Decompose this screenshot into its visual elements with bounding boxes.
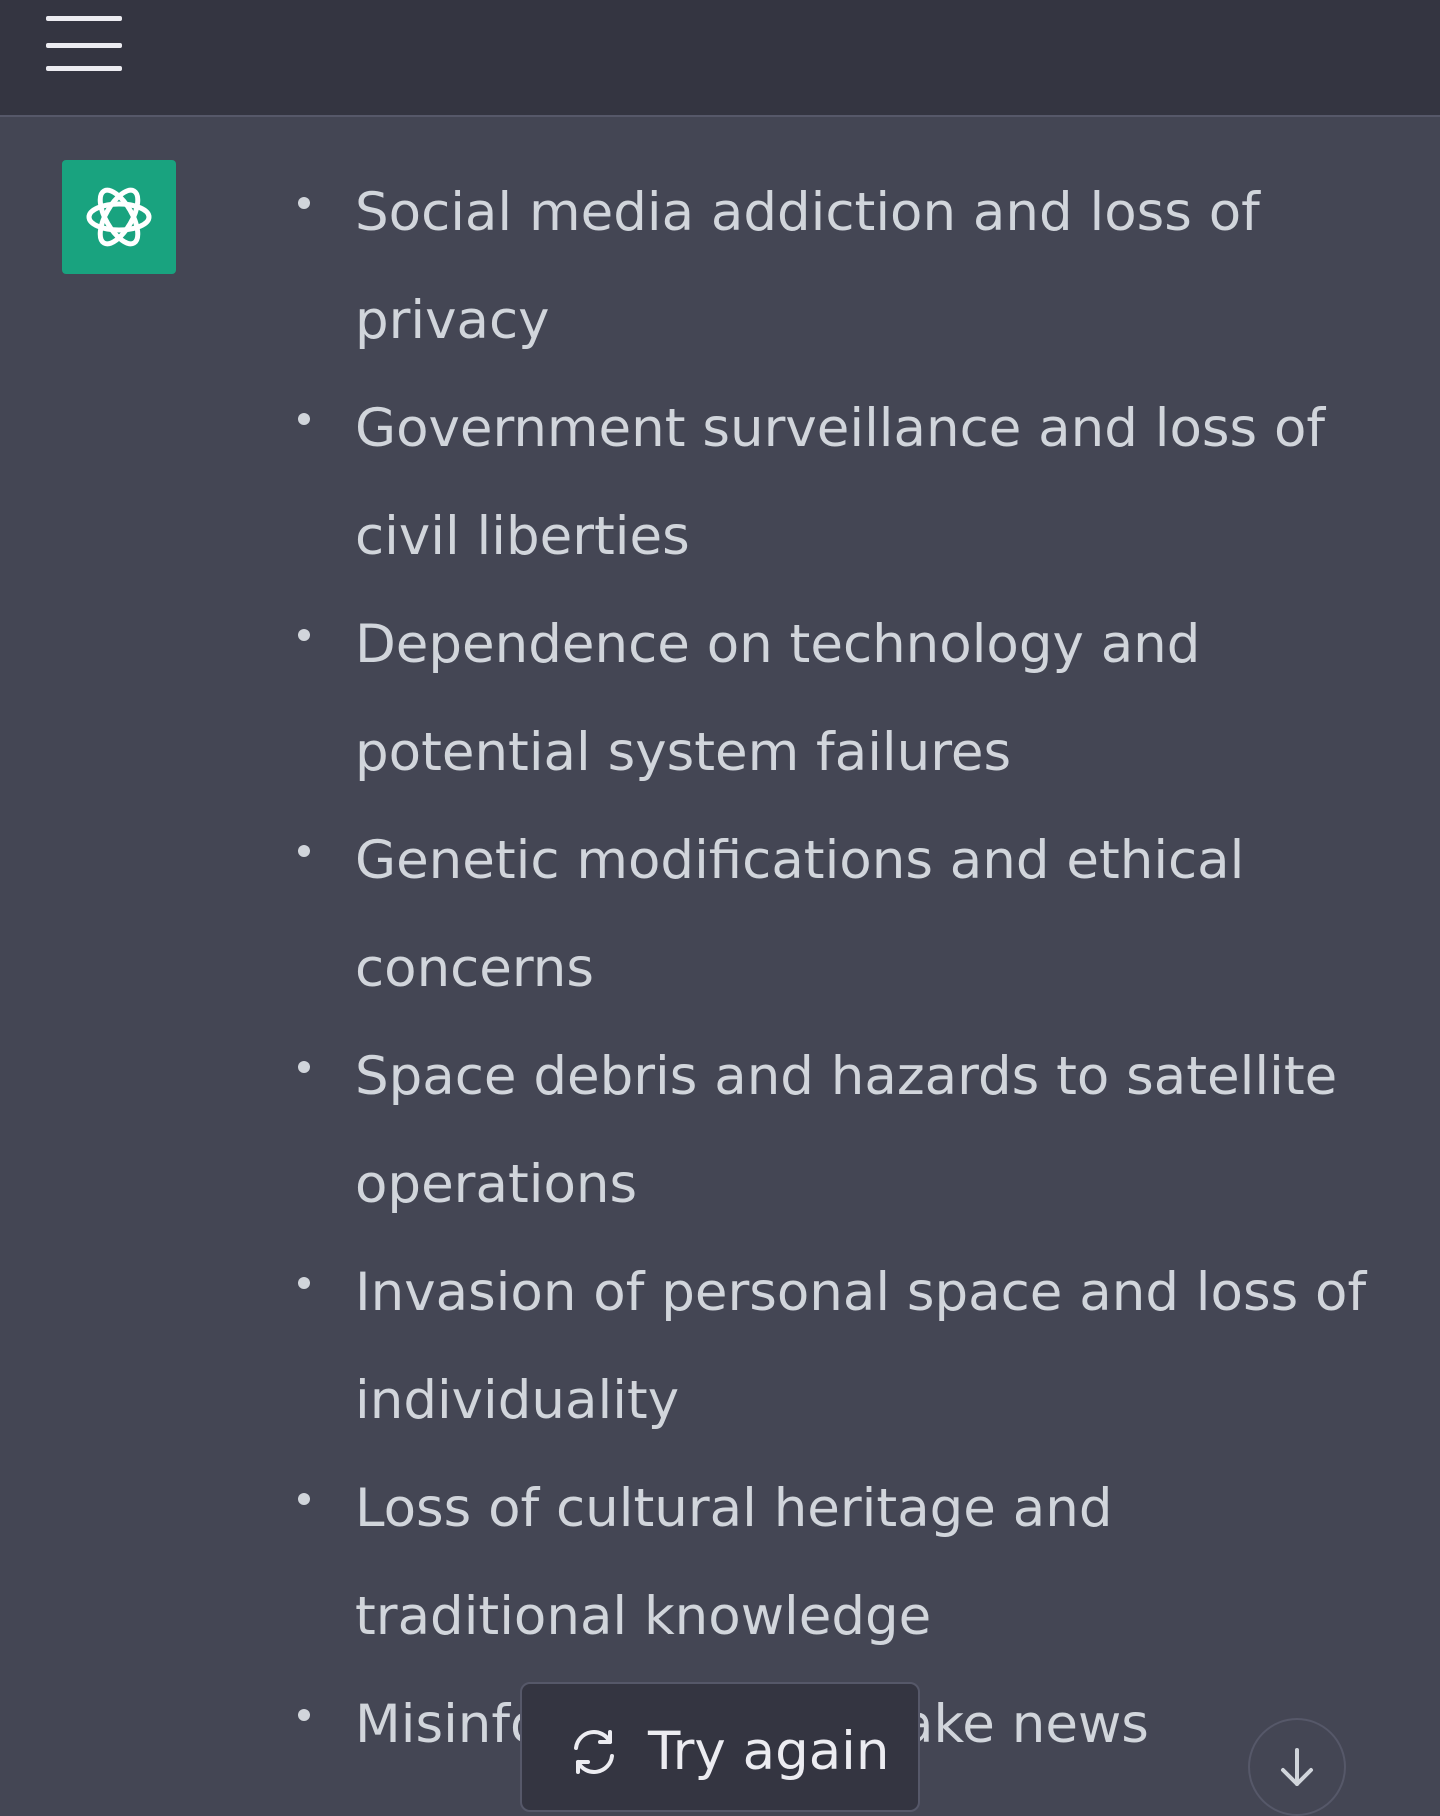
bullet-dot [298, 197, 310, 209]
list-item-text: Social media addiction and loss of priva… [355, 182, 1260, 351]
hamburger-menu-button[interactable] [36, 4, 132, 82]
scroll-down-button[interactable] [1248, 1718, 1346, 1816]
top-bar [0, 0, 1440, 117]
bullet-dot [298, 1277, 310, 1289]
list-item: Social media addiction and loss of priva… [0, 159, 1395, 375]
hamburger-menu-icon [46, 16, 122, 71]
try-again-label: Try again [648, 1721, 890, 1782]
bullet-dot [298, 1709, 310, 1721]
list-item-text: Space debris and hazards to satellite op… [355, 1046, 1338, 1215]
list-item: Government surveillance and loss of civi… [0, 375, 1395, 591]
list-item: Genetic modifications and ethical concer… [0, 807, 1395, 1023]
list-item: Dependence on technology and potential s… [0, 591, 1395, 807]
list-item: Loss of cultural heritage and traditiona… [0, 1455, 1395, 1671]
list-item-text: Government surveillance and loss of civi… [355, 398, 1326, 567]
bullet-dot [298, 629, 310, 641]
bullet-dot [298, 845, 310, 857]
bullet-dot [298, 1061, 310, 1073]
list-item-text: Invasion of personal space and loss of i… [355, 1262, 1367, 1431]
bullet-list: Social media addiction and loss of priva… [0, 159, 1395, 1779]
list-item-text: Dependence on technology and potential s… [355, 614, 1201, 783]
bullet-dot [298, 1493, 310, 1505]
assistant-message: Social media addiction and loss of priva… [0, 117, 1440, 1800]
refresh-icon [574, 1730, 614, 1774]
list-item: Space debris and hazards to satellite op… [0, 1023, 1395, 1239]
list-item-text: Loss of cultural heritage and traditiona… [355, 1478, 1113, 1647]
list-item: Invasion of personal space and loss of i… [0, 1239, 1395, 1455]
arrow-down-icon [1281, 1748, 1313, 1786]
bullet-dot [298, 413, 310, 425]
list-item-text: Genetic modifications and ethical concer… [355, 830, 1245, 999]
try-again-button[interactable]: Try again [520, 1682, 920, 1812]
